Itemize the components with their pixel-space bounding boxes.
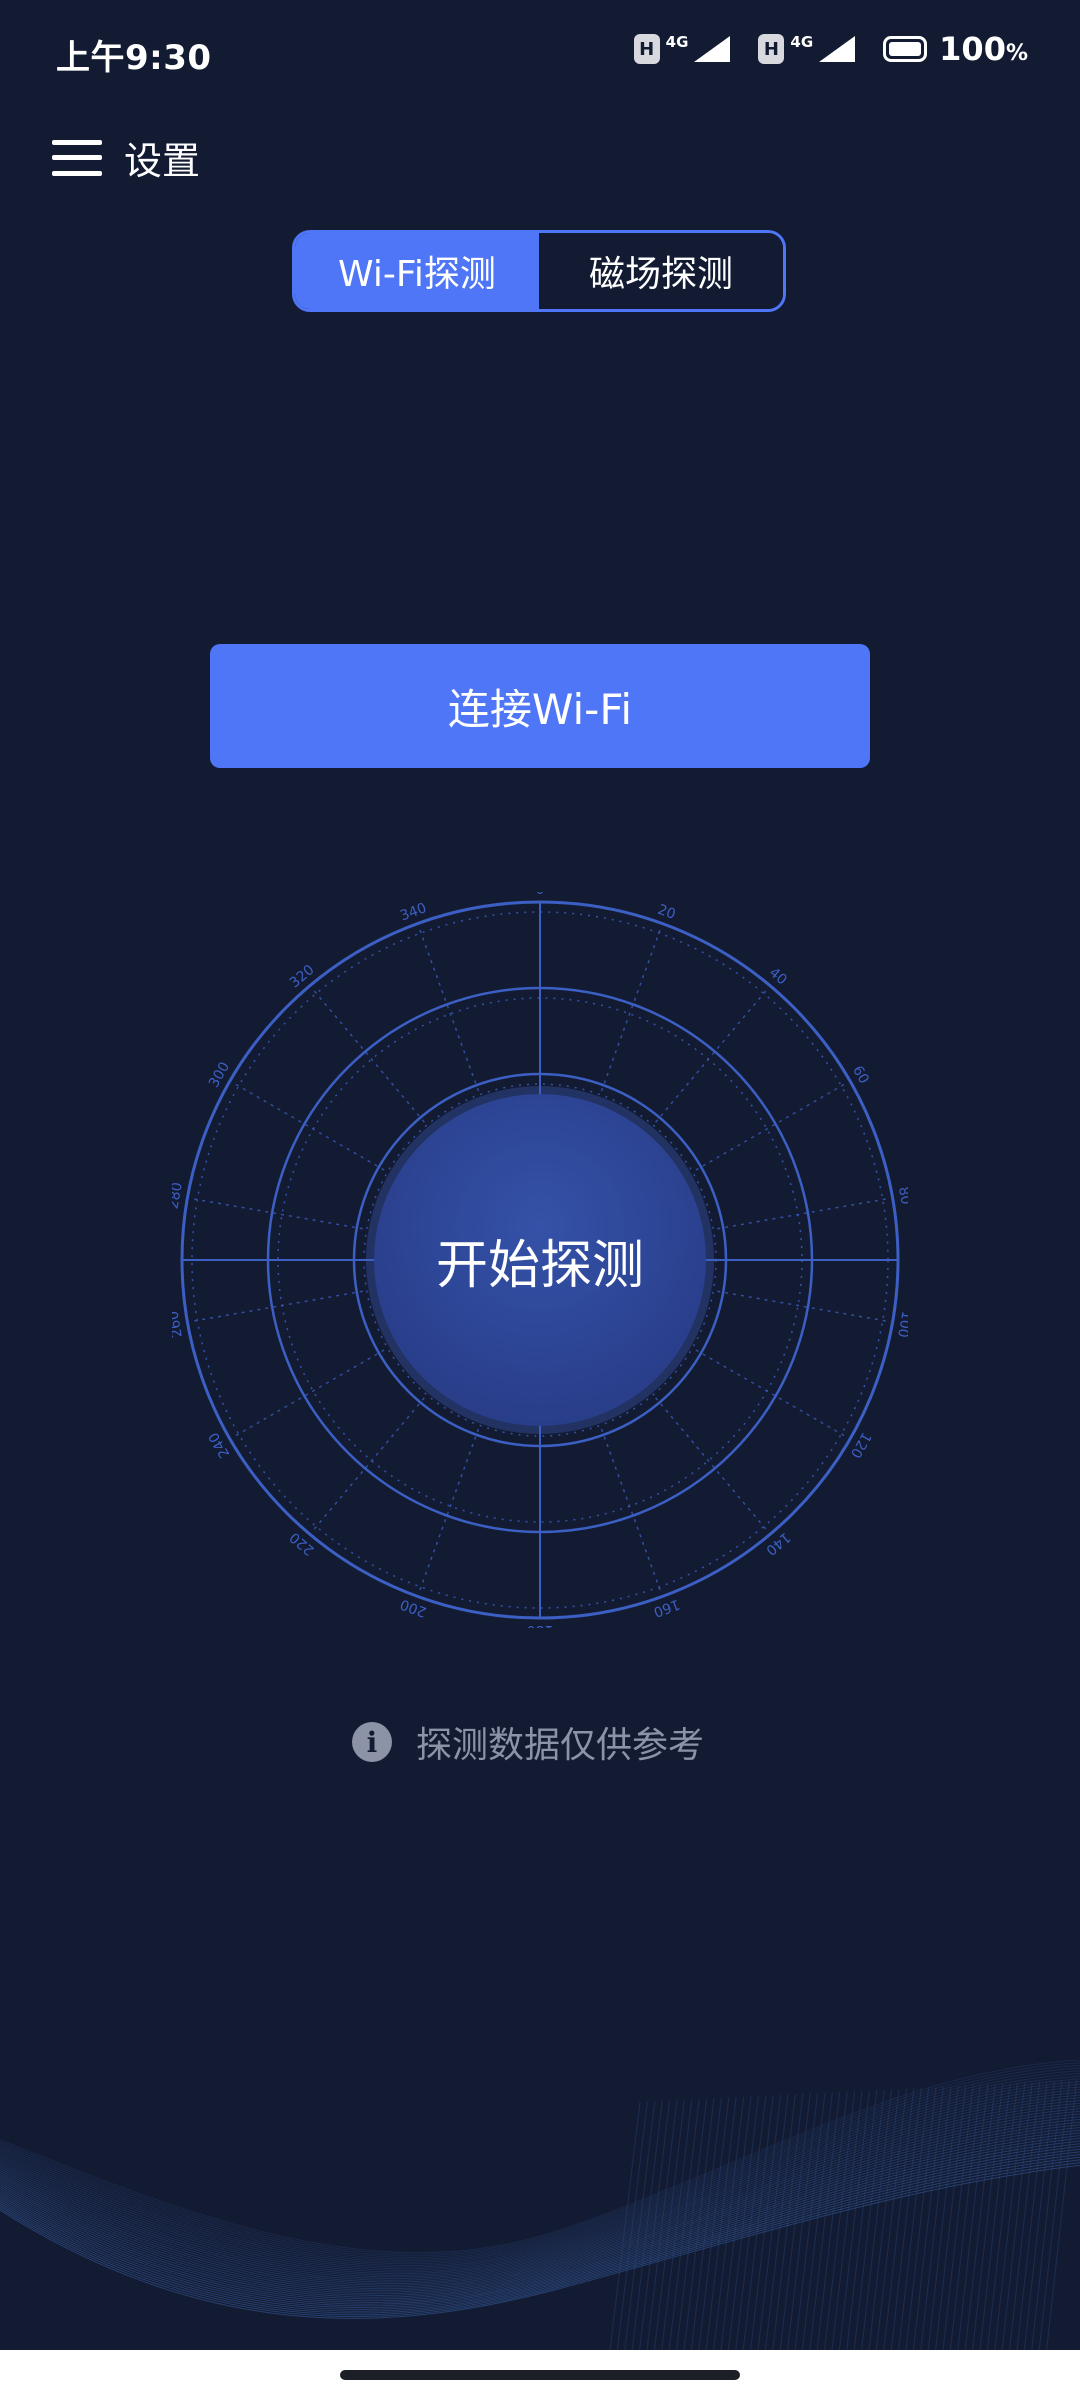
info-icon: i bbox=[352, 1722, 392, 1762]
radar-degree-label: 140 bbox=[762, 1529, 793, 1558]
wave-line bbox=[883, 2088, 915, 2350]
connect-wifi-button[interactable]: 连接Wi-Fi bbox=[210, 644, 870, 768]
radar-degree-label: 180 bbox=[527, 1622, 554, 1628]
radar-spoke bbox=[695, 1083, 846, 1171]
wave-line bbox=[986, 2083, 1018, 2350]
radar-spoke bbox=[717, 1290, 887, 1322]
radar-spoke bbox=[418, 1428, 480, 1592]
radar-spoke bbox=[313, 989, 425, 1123]
hd-icon: H bbox=[758, 34, 785, 64]
radar-spoke bbox=[717, 1198, 887, 1230]
radar-degree-label: 120 bbox=[847, 1429, 874, 1460]
wave-line bbox=[890, 2087, 922, 2350]
wave-line bbox=[1046, 2080, 1078, 2350]
radar-degree-label: 100 bbox=[894, 1310, 908, 1339]
radar-spoke bbox=[234, 1349, 385, 1437]
sim1-signal: H 4G bbox=[633, 33, 733, 64]
tab-wifi-detect[interactable]: Wi-Fi探测 bbox=[295, 233, 539, 309]
battery-icon bbox=[883, 36, 928, 62]
wave-line bbox=[794, 2092, 826, 2350]
radar-spoke bbox=[600, 1428, 662, 1592]
disclaimer-text: 探测数据仅供参考 bbox=[416, 1725, 705, 1766]
wave-line bbox=[639, 2100, 671, 2350]
sim2-signal: H 4G bbox=[758, 33, 857, 64]
status-icons: H 4G H 4G 100% bbox=[633, 30, 1028, 68]
radar-degree-label: 280 bbox=[172, 1181, 186, 1210]
wave-line bbox=[661, 2099, 693, 2350]
wave-line bbox=[0, 2108, 1080, 2283]
radar-spoke bbox=[695, 1349, 846, 1437]
start-detect-button[interactable]: 开始探测 bbox=[374, 1094, 706, 1426]
disclaimer: i 探测数据仅供参考 bbox=[352, 1716, 704, 1768]
wave-line bbox=[787, 2093, 819, 2350]
wave-line bbox=[1031, 2080, 1063, 2350]
tab-magnetic-detect[interactable]: 磁场探测 bbox=[539, 233, 783, 309]
hd-icon: H bbox=[633, 34, 660, 64]
radar-spoke bbox=[313, 1397, 425, 1531]
radar-spoke bbox=[655, 989, 767, 1123]
wave-line bbox=[735, 2095, 767, 2350]
radar-spoke bbox=[193, 1290, 363, 1322]
radar-degree-label: 320 bbox=[287, 962, 318, 991]
battery-percent-value: 100 bbox=[939, 30, 1006, 68]
status-bar: 上午9:30 H 4G H 4G 100% bbox=[0, 0, 1080, 105]
wave-line bbox=[927, 2086, 959, 2350]
wave-line bbox=[1016, 2081, 1048, 2350]
radar-spoke bbox=[418, 928, 480, 1092]
radar-spoke bbox=[600, 928, 662, 1092]
header: 设置 bbox=[52, 130, 200, 185]
radar-degree-label: 260 bbox=[172, 1310, 186, 1339]
battery-percent-unit: % bbox=[1005, 41, 1028, 66]
hamburger-menu-icon[interactable] bbox=[52, 139, 102, 176]
home-indicator[interactable] bbox=[340, 2370, 740, 2380]
radar-degree-label: 20 bbox=[655, 902, 677, 923]
radar-spoke bbox=[234, 1083, 385, 1171]
signal-strength-icon bbox=[694, 36, 731, 62]
wave-background-decoration bbox=[0, 2060, 1080, 2350]
wave-line bbox=[949, 2084, 981, 2350]
wave-line bbox=[935, 2085, 967, 2350]
radar-degree-label: 300 bbox=[206, 1059, 233, 1090]
radar-degree-label: 240 bbox=[206, 1429, 233, 1460]
radar-degree-label: 220 bbox=[287, 1529, 318, 1558]
signal-strength-icon bbox=[819, 36, 856, 62]
battery-percent: 100% bbox=[939, 30, 1028, 68]
radar-spoke bbox=[193, 1198, 363, 1230]
wave-line bbox=[912, 2086, 944, 2350]
status-time: 上午9:30 bbox=[56, 38, 212, 78]
wave-line bbox=[727, 2096, 759, 2350]
network-type-label: 4G bbox=[665, 33, 689, 51]
mode-tabs: Wi-Fi探测 磁场探测 bbox=[292, 230, 786, 312]
radar-degree-label: 0 bbox=[536, 892, 545, 898]
wave-line bbox=[964, 2084, 996, 2350]
settings-label[interactable]: 设置 bbox=[124, 130, 200, 185]
radar-degree-label: 80 bbox=[895, 1186, 908, 1206]
network-type-label: 4G bbox=[790, 33, 814, 51]
